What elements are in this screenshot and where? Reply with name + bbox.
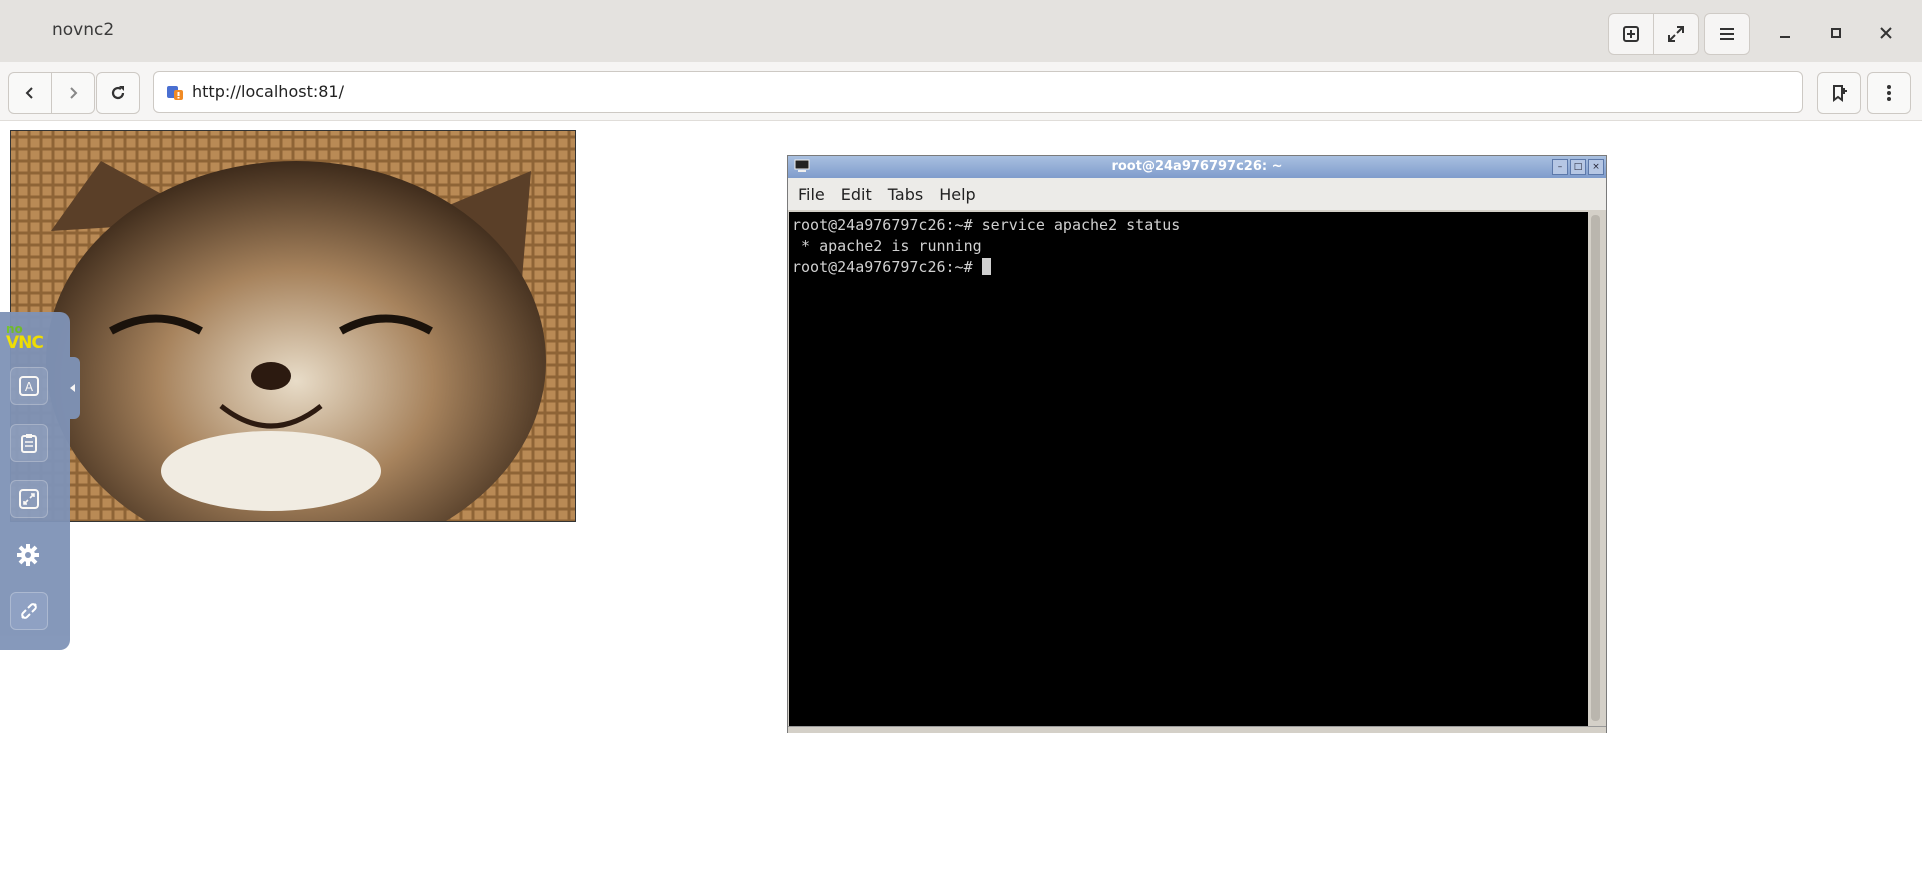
novnc-control-bar: no VNC A (0, 312, 80, 650)
menu-tabs[interactable]: Tabs (888, 185, 923, 204)
kitten-image (10, 130, 576, 522)
terminal-prompt-line: root@24a976797c26:~# (792, 258, 991, 276)
terminal-close-icon[interactable]: × (1588, 159, 1604, 175)
forward-icon[interactable] (51, 72, 95, 114)
keyboard-icon[interactable]: A (10, 367, 48, 405)
new-tab-icon[interactable] (1609, 14, 1653, 54)
disconnect-icon[interactable] (10, 592, 48, 630)
browser-titlebar: novnc2 (0, 0, 1922, 62)
terminal-line: root@24a976797c26:~# service apache2 sta… (792, 216, 1181, 234)
menu-edit[interactable]: Edit (841, 185, 872, 204)
menu-help[interactable]: Help (939, 185, 975, 204)
bookmark-icon[interactable] (1817, 72, 1861, 114)
terminal-maximize-icon[interactable]: □ (1570, 159, 1586, 175)
tab-controls (1608, 13, 1699, 55)
terminal-statusbar (788, 726, 1606, 733)
control-bar-handle[interactable] (66, 357, 80, 419)
terminal-prompt: root@24a976797c26:~# (792, 258, 982, 276)
terminal-window: root@24a976797c26: ~ – □ × File Edit Tab… (787, 155, 1607, 733)
terminal-scrollbar[interactable] (1589, 212, 1603, 726)
window-title: novnc2 (52, 20, 115, 40)
novnc-logo: no VNC (6, 322, 44, 353)
terminal-menubar: File Edit Tabs Help (788, 178, 1606, 210)
terminal-title: root@24a976797c26: ~ (1111, 159, 1283, 174)
terminal-cursor (981, 258, 991, 275)
navigation-bar: http://localhost:81/ (0, 62, 1922, 121)
terminal-line: * apache2 is running (792, 237, 982, 255)
menu-file[interactable]: File (798, 185, 825, 204)
fullscreen-icon[interactable] (10, 480, 48, 518)
more-icon[interactable] (1867, 72, 1911, 114)
insecure-icon (167, 86, 183, 100)
clipboard-icon[interactable] (10, 424, 48, 462)
url-text: http://localhost:81/ (192, 82, 344, 101)
reload-icon[interactable] (96, 72, 140, 114)
settings-icon[interactable] (10, 537, 46, 573)
maximize-icon[interactable] (1821, 18, 1851, 48)
fullscreen-icon[interactable] (1653, 14, 1698, 54)
terminal-titlebar[interactable]: root@24a976797c26: ~ – □ × (788, 156, 1606, 178)
terminal-screen[interactable]: root@24a976797c26:~# service apache2 sta… (789, 212, 1588, 726)
back-icon[interactable] (8, 72, 52, 114)
terminal-minimize-icon[interactable]: – (1552, 159, 1568, 175)
address-bar[interactable]: http://localhost:81/ (153, 71, 1803, 113)
minimize-icon[interactable] (1770, 18, 1800, 48)
menu-icon[interactable] (1705, 14, 1749, 54)
terminal-scrollbar-thumb[interactable] (1591, 215, 1600, 721)
menu-group (1704, 13, 1750, 55)
svg-text:A: A (25, 380, 34, 394)
close-icon[interactable] (1871, 18, 1901, 48)
